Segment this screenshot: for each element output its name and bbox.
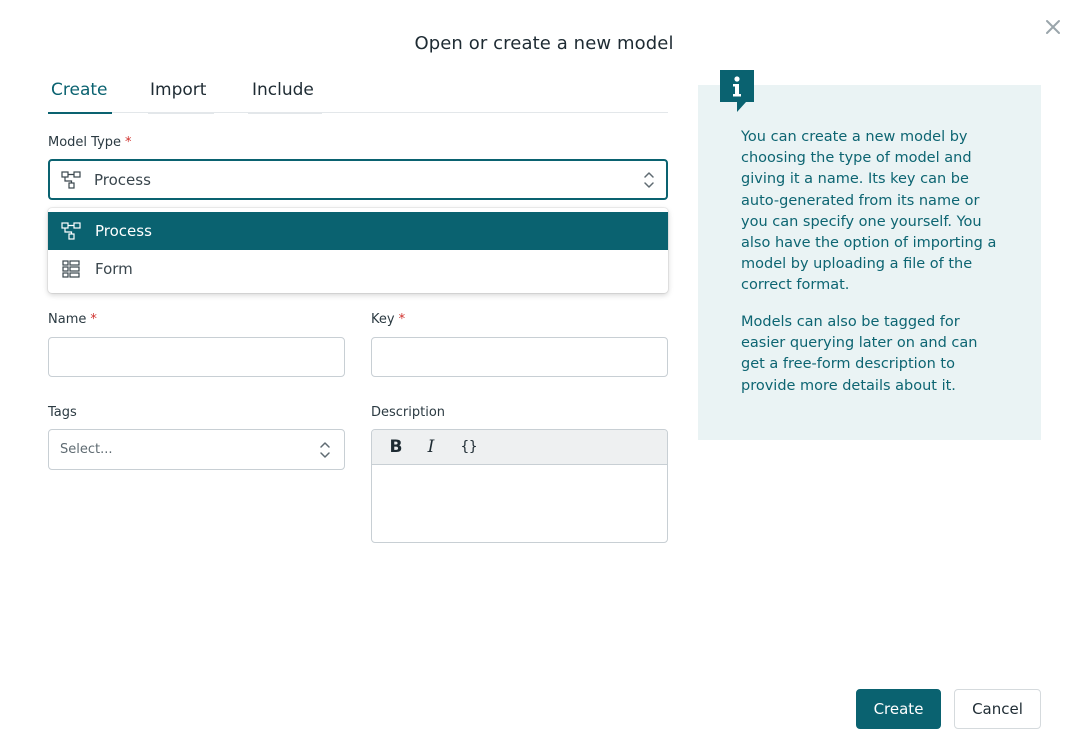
form-icon [62, 260, 80, 278]
bold-button[interactable]: B [388, 436, 404, 458]
tab-bar: Create Import Include [48, 78, 668, 114]
tags-label: Tags [48, 405, 77, 420]
description-label: Description [371, 405, 446, 420]
tab-import-label: Import [150, 80, 207, 100]
cancel-button[interactable]: Cancel [954, 689, 1041, 729]
required-mark: * [90, 312, 97, 327]
dropdown-option-label: Process [95, 222, 152, 240]
tab-import[interactable]: Import [148, 78, 214, 114]
chevron-updown-icon [644, 172, 654, 188]
required-mark: * [398, 312, 406, 327]
dropdown-option-label: Form [95, 260, 133, 278]
model-type-dropdown: Process Form [48, 208, 668, 293]
dropdown-option-form[interactable]: Form [48, 250, 668, 288]
required-mark: * [125, 135, 132, 150]
process-icon [61, 222, 81, 240]
name-label: Name * [48, 312, 97, 327]
info-paragraph: Models can also be tagged for easier que… [741, 314, 978, 394]
dialog-title: Open or create a new model [414, 33, 674, 54]
name-field[interactable] [48, 337, 345, 377]
tags-select[interactable]: Select... [48, 429, 345, 470]
tab-create-underline [48, 112, 112, 114]
italic-button[interactable]: I [424, 436, 438, 458]
model-type-value: Process [94, 171, 151, 189]
tab-create-label: Create [51, 80, 108, 100]
tab-create[interactable]: Create [48, 78, 112, 114]
description-editor: B I {} [371, 429, 668, 543]
tab-include-underline [248, 112, 322, 114]
code-button[interactable]: {} [458, 436, 480, 458]
tab-include[interactable]: Include [248, 78, 322, 114]
info-paragraph: You can create a new model by choosing t… [741, 129, 997, 294]
description-textarea[interactable] [372, 465, 667, 542]
create-model-dialog: Open or create a new model Create Import… [0, 0, 1088, 746]
key-label: Key * [371, 312, 406, 327]
tab-include-label: Include [252, 80, 314, 100]
process-icon [61, 171, 81, 189]
create-button[interactable]: Create [856, 689, 941, 729]
model-type-select[interactable]: Process [48, 159, 668, 200]
chevron-updown-icon [320, 442, 330, 458]
tags-placeholder: Select... [60, 442, 113, 457]
model-type-label: Model Type * [48, 135, 132, 150]
tab-import-underline [148, 112, 214, 114]
editor-toolbar: B I {} [372, 430, 667, 465]
info-icon [720, 70, 754, 112]
dropdown-option-process[interactable]: Process [48, 212, 668, 250]
key-field[interactable] [371, 337, 668, 377]
